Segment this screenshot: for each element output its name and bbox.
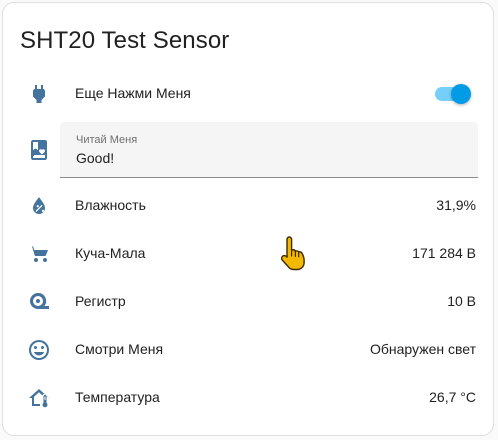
sensor-label: Температура xyxy=(75,389,160,405)
text-field-label: Читай Меня xyxy=(76,134,138,146)
sensor-label: Регистр xyxy=(75,293,126,309)
power-plug-icon xyxy=(27,82,51,106)
sensor-value: 171 284 В xyxy=(412,245,476,261)
sensor-value: 26,7 °C xyxy=(429,389,476,405)
home-thermometer-icon xyxy=(27,386,51,410)
sensor-value: 10 В xyxy=(447,293,476,309)
sensor-label: Смотри Меня xyxy=(75,341,164,357)
sensor-row-register[interactable]: Регистр 10 В xyxy=(3,278,493,326)
text-field-input[interactable] xyxy=(76,150,456,166)
toggle-thumb xyxy=(451,84,471,104)
cart-icon xyxy=(27,242,51,266)
sensor-row-humidity[interactable]: Влажность 31,9% xyxy=(3,182,493,230)
sensor-row-temperature[interactable]: Температура 26,7 °C xyxy=(3,374,493,422)
sensor-row-light[interactable]: Смотри Меня Обнаружен свет xyxy=(3,326,493,374)
sensor-label: Куча-Мала xyxy=(75,245,146,261)
sensor-label: Влажность xyxy=(75,197,146,213)
switch-toggle[interactable] xyxy=(435,84,471,104)
text-field[interactable]: Читай Меня xyxy=(60,122,478,178)
tape-measure-icon xyxy=(27,290,51,314)
sensor-value: Обнаружен свет xyxy=(370,341,476,357)
sensor-row-cart[interactable]: Куча-Мала 171 284 В xyxy=(3,230,493,278)
bookmark-heart-icon xyxy=(27,138,51,162)
emoticon-icon xyxy=(27,338,51,362)
entities-card: SHT20 Test Sensor Еще Нажми Меня Читай М… xyxy=(2,2,494,436)
switch-row[interactable]: Еще Нажми Меня xyxy=(3,70,493,118)
card-title: SHT20 Test Sensor xyxy=(20,27,230,54)
hand-pointer-cursor-icon xyxy=(278,236,308,272)
sensor-value: 31,9% xyxy=(436,197,476,213)
water-percent-icon xyxy=(27,194,51,218)
switch-label[interactable]: Еще Нажми Меня xyxy=(75,85,191,101)
